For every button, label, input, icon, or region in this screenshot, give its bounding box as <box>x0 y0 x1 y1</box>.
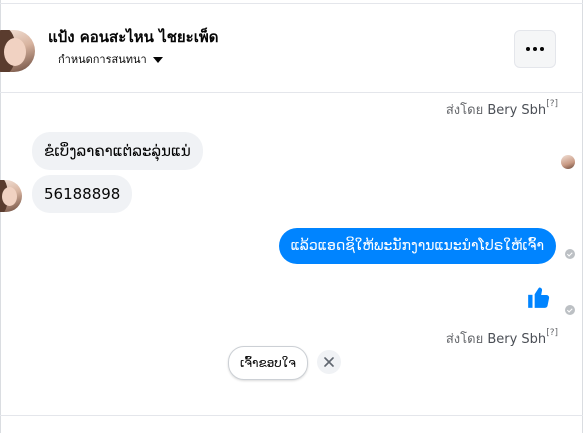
incoming-message[interactable]: ຂໍເບິ່ງລາຄາແຕ່ລະລຸ່ນແນ່ <box>32 132 203 170</box>
caret-down-icon <box>152 57 163 63</box>
schedule-dropdown[interactable]: กำหนดการสนทนา <box>58 50 163 68</box>
seen-avatar <box>561 155 575 169</box>
sent-by-label: ส่งโดย Bery Sbh[?] <box>446 99 558 120</box>
contact-avatar[interactable] <box>0 30 35 72</box>
sent-by-help[interactable]: [?] <box>546 99 558 109</box>
sent-by-prefix: ส่งโดย <box>445 103 484 118</box>
sent-by-prefix: ส่งโดย <box>445 332 484 347</box>
sender-avatar[interactable] <box>0 180 22 212</box>
sent-check-icon <box>565 305 575 315</box>
composer-divider <box>0 415 583 416</box>
incoming-message[interactable]: 56188898 <box>32 175 133 213</box>
outgoing-message[interactable]: ແລ້ວແອດຊິໃຫ້ພະນັກງານແນະນໍາໂປຣໃຫ້ເຈົ້າ <box>278 228 556 264</box>
contact-name[interactable]: แป้ง คอนสะไหน ไชยะเพ็ด <box>48 25 218 49</box>
dismiss-quick-reply-button[interactable] <box>317 350 341 374</box>
schedule-label: กำหนดการสนทนา <box>58 53 147 66</box>
sent-by-name[interactable]: Bery Sbh <box>487 332 546 347</box>
conversation-header: แป้ง คอนสะไหน ไชยะเพ็ด กำหนดการสนทนา <box>0 4 583 92</box>
more-options-button[interactable] <box>514 30 556 68</box>
quick-reply-button[interactable]: ເຈົ້າຂອບໃຈ <box>228 346 308 380</box>
thumbs-up-icon[interactable] <box>526 284 552 310</box>
sent-by-label: ส่งโดย Bery Sbh[?] <box>446 328 558 349</box>
sent-by-help[interactable]: [?] <box>546 328 558 338</box>
more-dots-icon <box>526 47 544 51</box>
sent-check-icon <box>565 249 575 259</box>
close-icon <box>324 357 334 367</box>
sent-by-name[interactable]: Bery Sbh <box>487 103 546 118</box>
header-divider <box>0 92 583 93</box>
